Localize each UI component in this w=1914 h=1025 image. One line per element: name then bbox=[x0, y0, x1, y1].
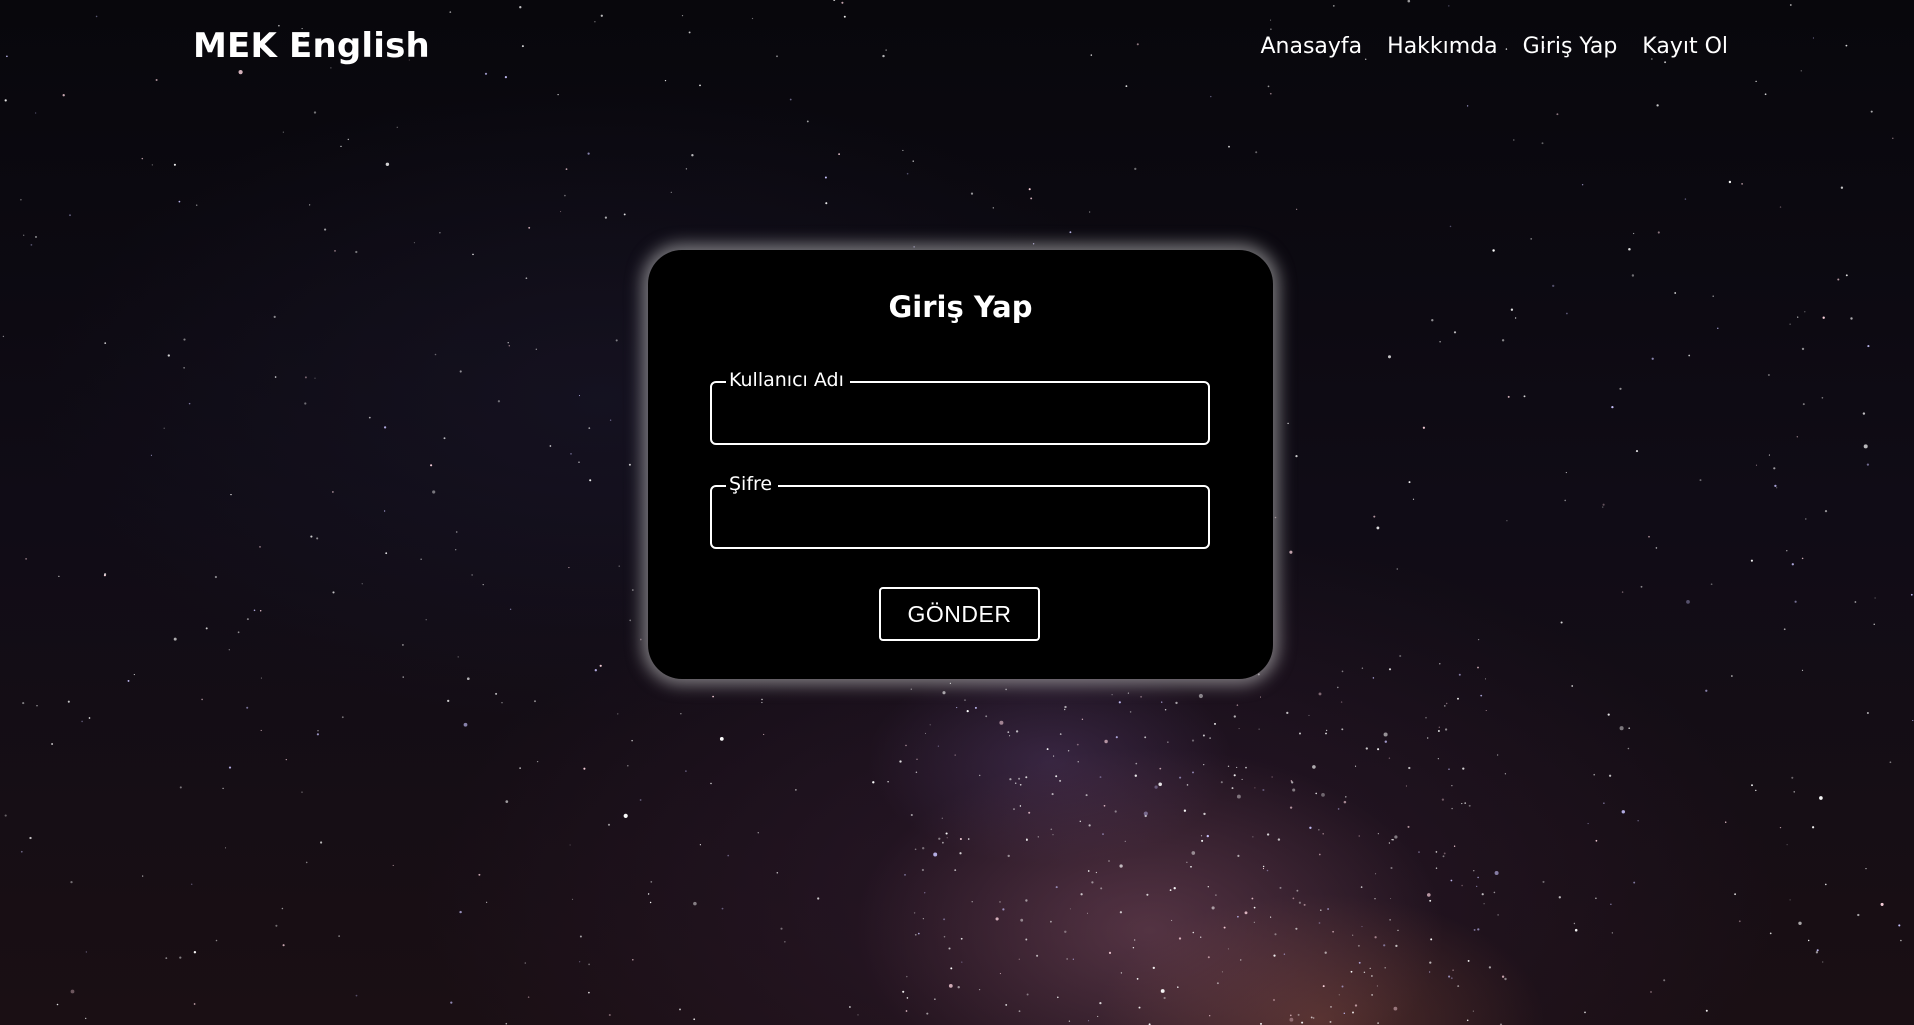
nav-link-register[interactable]: Kayıt Ol bbox=[1642, 34, 1728, 59]
navbar: MEK English Anasayfa Hakkımda Giriş Yap … bbox=[0, 0, 1914, 100]
password-field: Şifre bbox=[710, 472, 1210, 549]
nav-links: Anasayfa Hakkımda Giriş Yap Kayıt Ol bbox=[1260, 34, 1728, 59]
nav-link-about[interactable]: Hakkımda bbox=[1387, 34, 1498, 59]
login-card: Giriş Yap Kullanıcı Adı Şifre GÖNDER bbox=[648, 250, 1273, 679]
login-title: Giriş Yap bbox=[888, 290, 1033, 324]
username-field: Kullanıcı Adı bbox=[710, 368, 1210, 445]
submit-button[interactable]: GÖNDER bbox=[879, 587, 1040, 641]
password-input[interactable] bbox=[712, 487, 1208, 547]
nav-link-login[interactable]: Giriş Yap bbox=[1523, 34, 1618, 59]
brand-logo[interactable]: MEK English bbox=[193, 26, 430, 66]
username-input[interactable] bbox=[712, 383, 1208, 443]
nav-link-home[interactable]: Anasayfa bbox=[1260, 34, 1362, 59]
